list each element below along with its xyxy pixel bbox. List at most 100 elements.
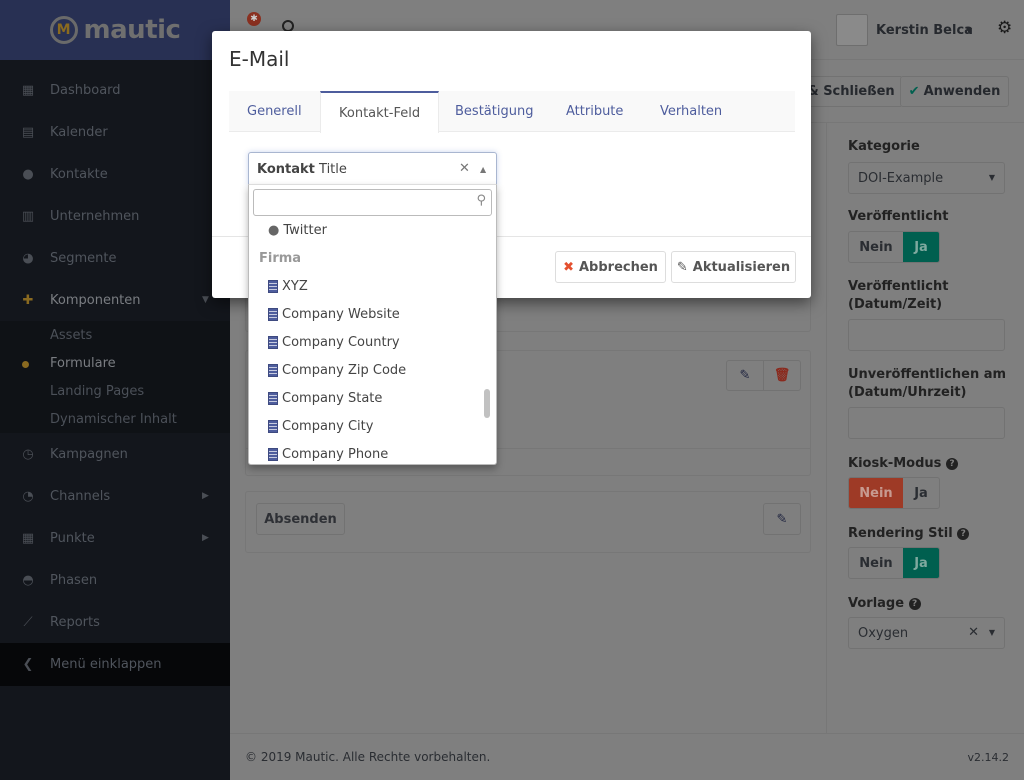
sidebar-item-label: Komponenten: [50, 292, 141, 308]
sidebar-item-segments[interactable]: ◕ Segmente: [0, 237, 230, 279]
sidebar-item-label: Kalender: [50, 124, 108, 140]
help-icon[interactable]: ?: [945, 458, 958, 470]
sidebar-item-reports[interactable]: ⟋ Reports: [0, 601, 230, 643]
dropdown-option[interactable]: Company Website: [268, 307, 400, 322]
dropdown-scrollbar[interactable]: [484, 389, 490, 418]
sidebar-item-channels[interactable]: ◔ Channels ▶: [0, 475, 230, 517]
published-toggle[interactable]: Nein Ja: [848, 231, 940, 263]
sidebar-item-contacts[interactable]: ● Kontakte: [0, 153, 230, 195]
version: v2.14.2: [967, 751, 1010, 764]
gear-icon[interactable]: ⚙: [997, 18, 1012, 38]
apply-button[interactable]: ✔ Anwenden: [900, 76, 1009, 107]
pie-chart-icon: ◕: [22, 250, 34, 266]
update-button[interactable]: ✎ Aktualisieren: [671, 251, 796, 283]
building-icon: [268, 392, 278, 405]
close-icon: ✖: [563, 259, 574, 275]
building-icon: [268, 420, 278, 433]
selected-value: Title: [319, 162, 347, 177]
sidebar-item-stages[interactable]: ◓ Phasen: [0, 559, 230, 601]
template-select[interactable]: Oxygen ✕ ▼: [848, 617, 1005, 649]
sidebar-subitem-dynamic-content[interactable]: Dynamischer Inhalt: [50, 412, 177, 427]
avatar[interactable]: [836, 14, 868, 46]
trash-icon[interactable]: 🗑: [763, 360, 801, 391]
sidebar-subitem-assets[interactable]: Assets: [50, 328, 92, 343]
sidebar-item-components[interactable]: ✚ Komponenten ▼: [0, 279, 230, 321]
toggle-no[interactable]: Nein: [849, 548, 903, 578]
publish-up-input[interactable]: [848, 319, 1005, 351]
chevron-left-icon: ❮: [22, 657, 34, 672]
building-icon: [268, 448, 278, 461]
dropdown-option[interactable]: Company City: [268, 419, 373, 434]
tab-behavior[interactable]: Verhalten: [642, 91, 740, 132]
submit-field-panel: Absenden ✎: [245, 491, 811, 553]
sidebar-item-points[interactable]: ▦ Punkte ▶: [0, 517, 230, 559]
collapse-menu-button[interactable]: ❮ Menü einklappen: [0, 643, 230, 686]
sidebar-item-companies[interactable]: ▥ Unternehmen: [0, 195, 230, 237]
dropdown-option[interactable]: Company Phone: [268, 447, 388, 462]
dropdown-search-input[interactable]: ⚲: [253, 189, 492, 216]
sidebar-item-calendar[interactable]: ▤ Kalender: [0, 111, 230, 153]
puzzle-icon: ✚: [22, 292, 34, 308]
sidebar-subitem-landing-pages[interactable]: Landing Pages: [50, 384, 144, 399]
selected-group: Kontakt: [257, 162, 315, 177]
rss-icon: ◔: [22, 488, 34, 504]
line-chart-icon: ⟋: [23, 614, 33, 630]
submit-button[interactable]: Absenden: [256, 503, 345, 535]
toggle-yes[interactable]: Ja: [903, 548, 939, 578]
building-icon: [268, 280, 278, 293]
cancel-button[interactable]: ✖ Abbrechen: [555, 251, 666, 283]
user-icon: ●: [22, 166, 34, 182]
tab-contact-field[interactable]: Kontakt-Feld: [320, 91, 440, 133]
save-close-button[interactable]: & Schließen: [800, 76, 901, 107]
user-menu[interactable]: Kerstin Belca: [876, 23, 973, 38]
help-icon[interactable]: ?: [957, 528, 970, 540]
submenu: Assets Formulare Landing Pages Dynamisch…: [0, 321, 230, 433]
sidebar-item-campaigns[interactable]: ◷ Kampagnen: [0, 433, 230, 475]
modal-tabs: Generell Kontakt-Feld Bestätigung Attrib…: [229, 91, 795, 133]
caret-down-icon: ▼: [988, 173, 995, 182]
sidebar-item-label: Kampagnen: [50, 446, 128, 462]
active-dot-icon: [22, 361, 29, 368]
contact-field-select[interactable]: Kontakt Title ✕ ▲: [248, 152, 497, 185]
dropdown-option[interactable]: Company Country: [268, 335, 400, 350]
dropdown-option[interactable]: Company Zip Code: [268, 363, 406, 378]
tab-attributes[interactable]: Attribute: [548, 91, 641, 132]
calendar-icon: ▤: [21, 124, 35, 140]
toggle-yes[interactable]: Ja: [903, 478, 939, 508]
help-icon[interactable]: ?: [908, 598, 921, 610]
sidebar-item-label: Punkte: [50, 530, 95, 546]
tab-general[interactable]: Generell: [229, 91, 320, 132]
rendering-style-toggle[interactable]: Nein Ja: [848, 547, 940, 579]
dashboard-gauge-icon: ◓: [22, 572, 34, 588]
published-label: Veröffentlicht: [848, 209, 949, 224]
category-select[interactable]: DOI-Example ▼: [848, 162, 1005, 194]
brand-logo[interactable]: M mautic: [0, 0, 230, 60]
sidebar-item-label: Kontakte: [50, 166, 108, 182]
toggle-no[interactable]: Nein: [849, 478, 903, 508]
edit-icon[interactable]: ✎: [763, 503, 801, 535]
edit-icon[interactable]: ✎: [726, 360, 764, 391]
mautic-logo-icon: M: [49, 16, 78, 44]
publish-up-label: Veröffentlicht (Datum/Zeit): [848, 279, 949, 312]
kiosk-toggle[interactable]: Nein Ja: [848, 477, 940, 509]
dropdown-option[interactable]: XYZ: [268, 279, 308, 294]
clear-icon[interactable]: ✕: [459, 161, 470, 176]
dropdown-option[interactable]: Company State: [268, 391, 382, 406]
sidebar-item-dashboard[interactable]: ▦ Dashboard: [0, 69, 230, 111]
sidebar-item-label: Segmente: [50, 250, 117, 266]
toggle-no[interactable]: Nein: [849, 232, 903, 262]
dropdown-option[interactable]: ● Twitter: [268, 223, 327, 238]
sidebar-subitem-forms[interactable]: Formulare: [50, 356, 116, 371]
toggle-yes[interactable]: Ja: [903, 232, 939, 262]
building-icon: [268, 336, 278, 349]
tab-validation[interactable]: Bestätigung: [437, 91, 551, 132]
chevron-right-icon: ▶: [202, 491, 209, 501]
select-dropdown: ⚲ ● Twitter Firma XYZ Company Website Com…: [248, 184, 497, 465]
notification-bell-icon[interactable]: ✱: [247, 12, 261, 26]
publish-down-input[interactable]: [848, 407, 1005, 439]
building-icon: ▥: [21, 208, 35, 224]
caret-down-icon: ▼: [966, 26, 973, 35]
sidebar-item-label: Dashboard: [50, 82, 121, 98]
sidebar-item-label: Phasen: [50, 572, 98, 588]
clear-icon[interactable]: ✕: [968, 625, 979, 640]
